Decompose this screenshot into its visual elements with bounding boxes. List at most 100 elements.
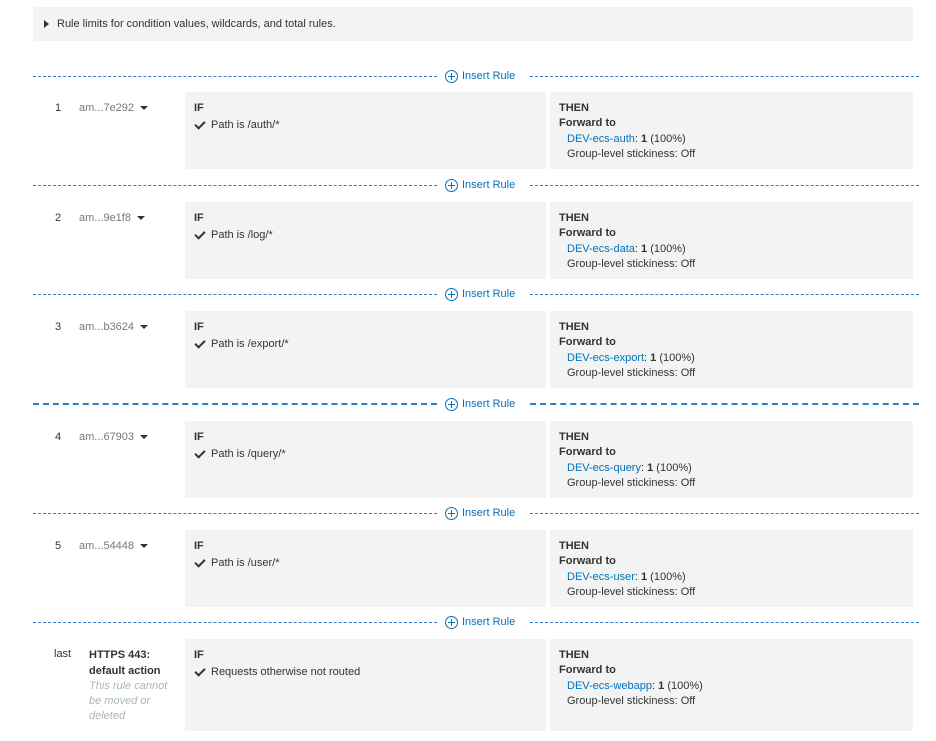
checkmark-icon [194,664,206,677]
rule-row: 3 am...b3624 IF Path is /export/* THEN Forwar… [33,311,913,388]
plus-circle-icon [445,69,458,83]
forward-to-label: Forward to [559,227,616,239]
if-panel: IF Path is /user/* [185,530,546,607]
target-group-link[interactable]: DEV-ecs-export [567,352,644,364]
default-rule-note: This rule cannot be moved or deleted [89,680,168,722]
plus-circle-icon [445,397,458,411]
stickiness-text: Group-level stickiness: Off [567,477,696,489]
divider [530,403,919,405]
caret-down-icon [136,216,145,220]
rule-limits-expander[interactable]: Rule limits for condition values, wildca… [33,7,913,41]
rule-arn-menu[interactable]: am...67903 [79,431,149,443]
target-group-line: DEV-ecs-user: 1 (100%) [567,571,686,583]
default-rule-title: HTTPS 443: default action [89,649,161,677]
insert-rule-button[interactable]: Insert Rule [445,287,515,301]
divider [530,512,919,514]
condition: Path is /query/* [194,446,546,462]
rule-row: 2 am...9e1f8 IF Path is /log/* THEN Forward t… [33,202,913,279]
stickiness-text: Group-level stickiness: Off [567,586,696,598]
caret-down-icon [140,106,149,110]
if-panel: IF Path is /export/* [185,311,546,388]
plus-circle-icon [445,287,458,301]
divider [33,184,437,186]
then-panel: THEN Forward to DEV-ecs-webapp: 1 (100%)… [550,639,913,731]
target-group-line: DEV-ecs-query: 1 (100%) [567,462,692,474]
plus-circle-icon [445,178,458,192]
target-group-line: DEV-ecs-webapp: 1 (100%) [567,680,703,692]
then-header: THEN [559,321,589,333]
target-group-link[interactable]: DEV-ecs-auth [567,133,635,145]
if-panel: IF Path is /query/* [185,421,546,498]
condition-text: Path is /auth/* [211,119,280,131]
target-percent: (100%) [650,133,686,145]
insert-rule-label: Insert Rule [462,179,516,191]
target-group-link[interactable]: DEV-ecs-data [567,243,635,255]
stickiness-text: Group-level stickiness: Off [567,367,696,379]
divider [530,293,919,295]
checkmark-icon [194,446,206,459]
insert-rule-label: Insert Rule [462,616,516,628]
target-weight: 1 [641,243,648,255]
insert-rule-button[interactable]: Insert Rule [445,69,515,83]
then-panel: THEN Forward to DEV-ecs-query: 1 (100%) Gro… [550,421,913,498]
rule-number: 4 [55,431,62,443]
if-header: IF [194,212,204,224]
condition-text: Path is /query/* [211,448,286,460]
then-header: THEN [559,649,589,661]
divider [33,403,437,405]
divider [530,621,919,623]
condition-text: Path is /log/* [211,229,273,241]
forward-to-label: Forward to [559,336,616,348]
insert-rule-label: Insert Rule [462,398,516,410]
rule-arn-menu[interactable]: am...54448 [79,540,149,552]
rule-row: 4 am...67903 IF Path is /query/* THEN Forward… [33,421,913,498]
then-header: THEN [559,540,589,552]
insert-rule-row: Insert Rule [33,68,919,84]
rule-number: 3 [55,321,62,333]
target-weight: 1 [647,462,654,474]
target-group-link[interactable]: DEV-ecs-user [567,571,635,583]
if-panel: IF Path is /auth/* [185,92,546,169]
insert-rule-button[interactable]: Insert Rule [445,506,515,520]
rule-arn: am...b3624 [79,321,135,333]
target-percent: (100%) [656,462,692,474]
rule-arn: am...67903 [79,431,135,443]
then-header: THEN [559,431,589,443]
caret-down-icon [140,435,149,439]
plus-circle-icon [445,506,458,520]
divider [33,293,437,295]
target-weight: 1 [640,571,648,583]
insert-rule-button[interactable]: Insert Rule [445,615,516,629]
divider [33,621,437,623]
rule-arn-menu[interactable]: am...7e292 [79,102,149,114]
stickiness-text: Group-level stickiness: Off [567,258,696,270]
stickiness-text: Group-level stickiness: Off [567,695,696,707]
insert-rule-button[interactable]: Insert Rule [445,397,516,411]
insert-rule-row: Insert Rule [33,614,919,630]
rule-arn-menu[interactable]: am...9e1f8 [79,212,145,224]
rule-arn-menu[interactable]: am...b3624 [79,321,149,333]
checkmark-icon [194,555,206,568]
insert-rule-button[interactable]: Insert Rule [445,178,516,192]
if-header: IF [194,102,204,114]
forward-to-label: Forward to [559,664,616,676]
caret-right-icon [44,20,49,28]
then-panel: THEN Forward to DEV-ecs-auth: 1 (100%) Grou… [550,92,913,169]
then-panel: THEN Forward to DEV-ecs-export: 1 (100%) Gr… [550,311,913,388]
checkmark-icon [194,227,206,240]
condition: Path is /export/* [194,336,546,352]
then-header: THEN [559,102,589,114]
rule-number: 1 [55,102,62,114]
target-group-link[interactable]: DEV-ecs-webapp [567,680,652,692]
if-header: IF [194,540,204,552]
rule-limits-text: Rule limits for condition values, wildca… [57,18,336,30]
target-weight: 1 [658,680,665,692]
rule-row: 1 am...7e292 IF Path is /auth/* THEN Forward … [33,92,913,169]
insert-rule-row: Insert Rule [33,177,919,193]
condition-text: Path is /user/* [211,557,280,569]
rule-arn: am...7e292 [79,102,135,114]
target-group-link[interactable]: DEV-ecs-query [567,462,641,474]
condition: Path is /auth/* [194,117,546,133]
rule-arn: am...54448 [79,540,135,552]
condition-text: Requests otherwise not routed [211,666,361,678]
